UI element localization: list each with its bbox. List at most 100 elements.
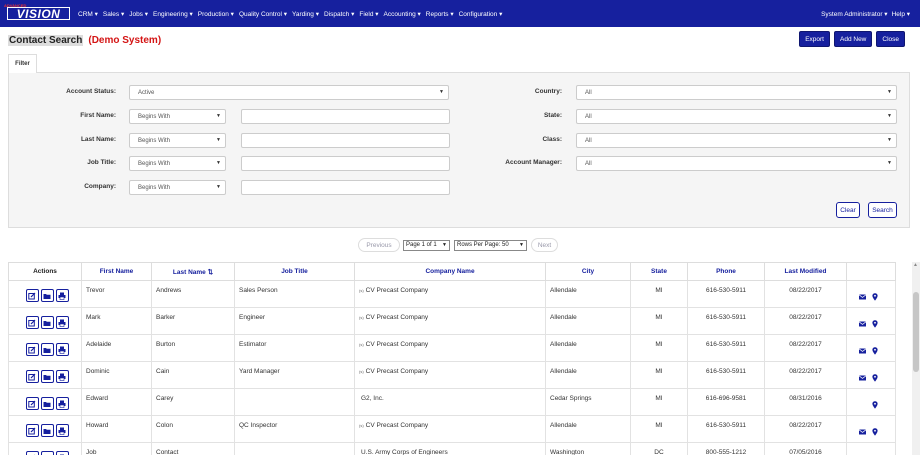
previous-button[interactable]: Previous bbox=[358, 238, 400, 252]
table-row[interactable]: Dominic Cain Yard Manager (s) CV Precast Com… bbox=[8, 361, 896, 389]
nav-menu-item[interactable]: CRM ▾ bbox=[78, 10, 98, 18]
clear-button[interactable]: Clear bbox=[836, 202, 860, 218]
map-pin-icon[interactable] bbox=[872, 401, 878, 409]
edit-button[interactable] bbox=[25, 289, 39, 302]
nav-menu-item[interactable]: Reports ▾ bbox=[426, 10, 454, 18]
state-select[interactable]: All ▼ bbox=[576, 109, 897, 124]
table-header-row: Actions First Name Last Name ⇅ Job Title… bbox=[8, 262, 896, 281]
rows-per-page-select[interactable]: Rows Per Page: 50 ▼ bbox=[454, 239, 527, 251]
company-mode-select[interactable]: Begins With ▼ bbox=[129, 180, 226, 195]
envelope-icon[interactable] bbox=[859, 321, 866, 327]
nav-menu-item[interactable]: Yarding ▾ bbox=[292, 10, 319, 18]
scroll-up-icon[interactable]: ▲ bbox=[913, 262, 918, 268]
company-name[interactable]: CV Precast Company bbox=[366, 341, 429, 348]
map-pin-icon[interactable] bbox=[872, 293, 878, 301]
company-name[interactable]: U.S. Army Corps of Engineers bbox=[361, 449, 448, 455]
app-logo[interactable]: ADVANCED VISION bbox=[0, 0, 70, 27]
search-button[interactable]: Search bbox=[868, 202, 897, 218]
help-menu[interactable]: Help ▾ bbox=[892, 10, 910, 18]
company-name[interactable]: CV Precast Company bbox=[366, 287, 429, 294]
map-pin-icon[interactable] bbox=[872, 347, 878, 355]
open-button[interactable] bbox=[40, 397, 54, 410]
last-name-input[interactable] bbox=[241, 133, 450, 148]
nav-menu-item[interactable]: Jobs ▾ bbox=[129, 10, 148, 18]
company-name[interactable]: CV Precast Company bbox=[366, 422, 429, 429]
col-last-modified[interactable]: Last Modified bbox=[764, 262, 847, 281]
envelope-icon[interactable] bbox=[859, 375, 866, 381]
col-phone[interactable]: Phone bbox=[687, 262, 765, 281]
map-pin-icon[interactable] bbox=[872, 320, 878, 328]
company-name[interactable]: G2, Inc. bbox=[361, 395, 384, 402]
class-select[interactable]: All ▼ bbox=[576, 133, 897, 148]
print-button[interactable] bbox=[55, 424, 69, 437]
company-input[interactable] bbox=[241, 180, 450, 195]
open-button[interactable] bbox=[40, 451, 54, 455]
job-title-input[interactable] bbox=[241, 156, 450, 171]
map-pin-icon[interactable] bbox=[872, 374, 878, 382]
user-menu[interactable]: System Administrator ▾ bbox=[821, 10, 887, 18]
print-button[interactable] bbox=[55, 370, 69, 383]
col-company-name[interactable]: Company Name bbox=[354, 262, 546, 281]
edit-icon bbox=[28, 346, 36, 353]
open-button[interactable] bbox=[40, 370, 54, 383]
table-row[interactable]: Howard Colon QC Inspector (s) CV Precast Com… bbox=[8, 415, 896, 443]
print-button[interactable] bbox=[55, 316, 69, 329]
envelope-icon[interactable] bbox=[859, 348, 866, 354]
edit-button[interactable] bbox=[25, 424, 39, 437]
edit-button[interactable] bbox=[25, 397, 39, 410]
open-button[interactable] bbox=[40, 424, 54, 437]
open-button[interactable] bbox=[40, 289, 54, 302]
edit-button[interactable] bbox=[25, 316, 39, 329]
nav-menu-item[interactable]: Dispatch ▾ bbox=[324, 10, 354, 18]
nav-menu-item[interactable]: Configuration ▾ bbox=[459, 10, 503, 18]
job-title-label: Job Title: bbox=[87, 159, 116, 166]
print-button[interactable] bbox=[55, 289, 69, 302]
nav-menu-item[interactable]: Engineering ▾ bbox=[153, 10, 193, 18]
account-status-select[interactable]: Active ▼ bbox=[129, 85, 449, 100]
first-name-mode-select[interactable]: Begins With ▼ bbox=[129, 109, 226, 124]
first-name-input[interactable] bbox=[241, 109, 450, 124]
nav-menu-item[interactable]: Field ▾ bbox=[359, 10, 378, 18]
close-button[interactable]: Close bbox=[876, 31, 905, 47]
account-manager-select[interactable]: All ▼ bbox=[576, 156, 897, 171]
company-prefix: (s) bbox=[359, 288, 364, 293]
open-button[interactable] bbox=[40, 316, 54, 329]
envelope-icon[interactable] bbox=[859, 429, 866, 435]
print-button[interactable] bbox=[55, 343, 69, 356]
country-select[interactable]: All ▼ bbox=[576, 85, 897, 100]
col-first-name[interactable]: First Name bbox=[81, 262, 152, 281]
col-last-name[interactable]: Last Name ⇅ bbox=[151, 262, 235, 281]
next-button[interactable]: Next bbox=[531, 238, 558, 252]
print-button[interactable] bbox=[55, 397, 69, 410]
company-name[interactable]: CV Precast Company bbox=[366, 368, 429, 375]
table-row[interactable]: Adelaide Burton Estimator (s) CV Precast Com… bbox=[8, 334, 896, 362]
add-new-button[interactable]: Add New bbox=[834, 31, 873, 47]
col-job-title[interactable]: Job Title bbox=[234, 262, 355, 281]
edit-button[interactable] bbox=[25, 370, 39, 383]
job-title-mode-select[interactable]: Begins With ▼ bbox=[129, 156, 226, 171]
col-state[interactable]: State bbox=[630, 262, 688, 281]
table-row[interactable]: Job Contact U.S. Army Corps of Engineers Wa… bbox=[8, 442, 896, 455]
tab-filter[interactable]: Filter bbox=[8, 54, 37, 73]
nav-menu-item[interactable]: Accounting ▾ bbox=[384, 10, 421, 18]
edit-button[interactable] bbox=[25, 451, 39, 455]
table-row[interactable]: Trevor Andrews Sales Person (s) CV Precast C… bbox=[8, 280, 896, 308]
page-select[interactable]: Page 1 of 1 ▼ bbox=[403, 239, 450, 251]
export-button[interactable]: Export bbox=[799, 31, 830, 47]
map-pin-icon[interactable] bbox=[872, 428, 878, 436]
vertical-scrollbar[interactable]: ▲ bbox=[912, 262, 920, 455]
nav-menu-item[interactable]: Sales ▾ bbox=[103, 10, 124, 18]
table-row[interactable]: Mark Barker Engineer (s) CV Precast Company A… bbox=[8, 307, 896, 335]
scrollbar-thumb[interactable] bbox=[913, 292, 919, 372]
print-button[interactable] bbox=[55, 451, 69, 455]
table-row[interactable]: Edward Carey G2, Inc. Cedar Springs MI 616-69… bbox=[8, 388, 896, 416]
col-city[interactable]: City bbox=[545, 262, 631, 281]
open-button[interactable] bbox=[40, 343, 54, 356]
company-name[interactable]: CV Precast Company bbox=[366, 314, 429, 321]
nav-menu-item[interactable]: Production ▾ bbox=[198, 10, 234, 18]
last-name-mode-select[interactable]: Begins With ▼ bbox=[129, 133, 226, 148]
edit-button[interactable] bbox=[25, 343, 39, 356]
envelope-icon[interactable] bbox=[859, 294, 866, 300]
nav-menu-item[interactable]: Quality Control ▾ bbox=[239, 10, 287, 18]
chevron-down-icon: ▼ bbox=[887, 160, 892, 166]
